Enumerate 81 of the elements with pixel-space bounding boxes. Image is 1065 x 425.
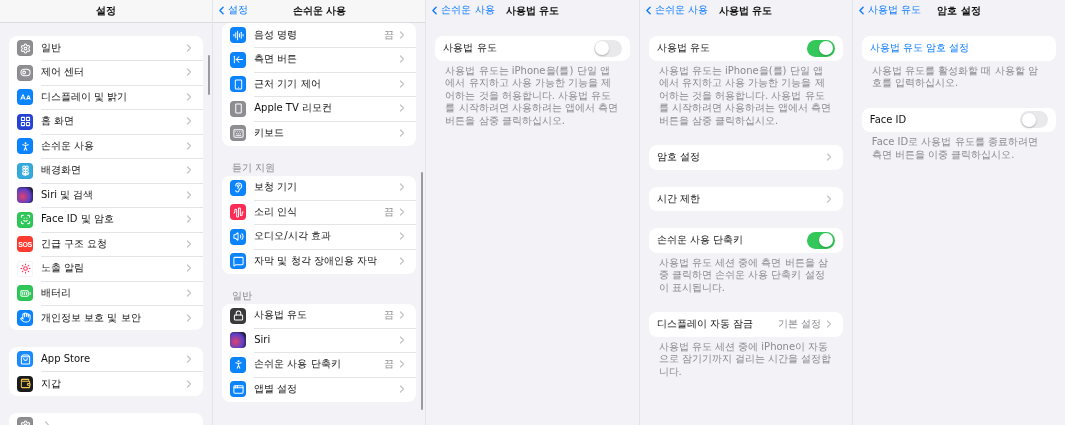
- back-button[interactable]: 설정: [215, 3, 249, 17]
- app-window-icon: [230, 381, 247, 398]
- settings-row[interactable]: Siri: [222, 328, 417, 353]
- settings-row[interactable]: 디스플레이 자동 잠금 기본 설정: [648, 312, 843, 337]
- screen-title: 설정: [96, 4, 117, 18]
- toggle-row[interactable]: Face ID: [861, 107, 1056, 132]
- settings-row[interactable]: Apple TV 리모컨: [222, 96, 417, 121]
- store-icon: [17, 351, 33, 368]
- settings-row[interactable]: 손쉬운 사용: [9, 134, 204, 159]
- back-button[interactable]: 손쉬운 사용: [641, 3, 708, 17]
- orb-icon: [230, 332, 247, 349]
- toggle-switch[interactable]: [806, 39, 835, 57]
- text-size-icon: [17, 89, 33, 106]
- toggle-row[interactable]: 손쉬운 사용 단축키: [648, 228, 843, 253]
- speaker-icon: [230, 228, 247, 245]
- settings-row[interactable]: Face ID 및 암호: [9, 207, 204, 232]
- settings-row[interactable]: 손쉬운 사용 단축키 끔: [222, 352, 417, 377]
- section-footer: 사용법 유도는 iPhone을(를) 단일 앱에서 유지하고 사용 가능한 기능을 제어하는 것을 허용합니다. 사용법 유도를 시작하려면 사용하려는 앱에서 측면 버튼을 삼중 클릭하십시오.: [435, 60, 630, 141]
- settings-row[interactable]: 음성 명령 끔: [222, 23, 417, 48]
- toggle-row[interactable]: 사용법 유도: [435, 36, 630, 61]
- switches-icon: [17, 64, 33, 81]
- settings-row[interactable]: 홈 화면: [9, 109, 204, 134]
- side-button-icon: [230, 51, 247, 68]
- settings-row[interactable]: 소리 인식 끔: [222, 200, 417, 225]
- phone-icon: [230, 76, 247, 93]
- grid-icon: [17, 113, 33, 130]
- settings-row[interactable]: 노출 알림: [9, 256, 204, 281]
- settings-row[interactable]: 일반: [9, 36, 204, 61]
- toggle-switch[interactable]: [806, 231, 835, 249]
- settings-row[interactable]: 키보드: [222, 121, 417, 146]
- section-footer: 사용법 유도를 활성화할 때 사용할 암호를 입력하십시오.: [861, 60, 1056, 104]
- section-footer: 사용법 유도 세션 중에 iPhone이 자동으로 잠기기까지 걸리는 시간을 설정합니다.: [648, 336, 843, 392]
- section-header: 듣기 지원: [231, 162, 277, 175]
- speech-bubble-icon: [230, 253, 247, 270]
- settings-row[interactable]: 시간 제한: [648, 186, 843, 211]
- section-footer: 사용법 유도는 iPhone을(를) 단일 앱에서 유지하고 사용 가능한 기능을 제어하는 것을 허용합니다. 사용법 유도를 시작하려면 사용하려는 앱에서 측면 버튼을 삼중 클릭하십시오.: [648, 60, 843, 141]
- screen-title: 암호 설정: [937, 4, 981, 18]
- remote-icon: [230, 100, 247, 117]
- section-footer: 사용법 유도 세션 중에 측면 버튼을 삼중 클릭하면 손쉬운 사용 단축키 설정이 표시됩니다.: [648, 252, 843, 308]
- settings-row[interactable]: 자막 및 청각 장애인용 자막: [222, 249, 417, 274]
- screen-title: 사용법 유도: [718, 4, 773, 18]
- settings-row[interactable]: 근처 기기 제어: [222, 72, 417, 97]
- back-button[interactable]: 손쉬운 사용: [428, 3, 495, 17]
- lock-icon: [230, 307, 247, 324]
- settings-row[interactable]: 디스플레이 및 밝기: [9, 85, 204, 110]
- settings-row[interactable]: 보청 기기: [222, 175, 417, 200]
- section-footer: Face ID로 사용법 유도를 종료하려면 측면 버튼을 이중 클릭하십시오.: [861, 132, 1056, 175]
- screen-title: 사용법 유도: [505, 4, 560, 18]
- settings-row[interactable]: 지갑: [9, 371, 204, 396]
- settings-row[interactable]: 암호 설정: [648, 145, 843, 170]
- toggle-switch[interactable]: [1020, 111, 1048, 129]
- link-row[interactable]: 사용법 유도 암호 설정: [861, 36, 1056, 61]
- screen-title: 손쉬운 사용: [292, 4, 347, 18]
- toggle-switch[interactable]: [593, 39, 622, 57]
- settings-row[interactable]: Siri 및 검색: [9, 183, 204, 208]
- keyboard-icon: [230, 125, 247, 142]
- voice-icon: [230, 27, 247, 44]
- settings-row[interactable]: 오디오/시각 효과: [222, 224, 417, 249]
- accessibility-icon: [17, 138, 33, 155]
- settings-row[interactable]: 앱별 설정: [222, 377, 417, 402]
- settings-row[interactable]: App Store: [9, 347, 204, 372]
- toggle-row[interactable]: 사용법 유도: [648, 36, 843, 61]
- settings-row[interactable]: 제어 센터: [9, 60, 204, 85]
- ear-icon: [230, 179, 247, 196]
- hand-icon: [17, 309, 33, 326]
- back-button[interactable]: 사용법 유도: [854, 3, 921, 17]
- gear-icon: [17, 40, 33, 57]
- waveform-icon: [230, 204, 247, 221]
- settings-row[interactable]: 개인정보 보호 및 보안: [9, 305, 204, 330]
- sun-icon: [17, 260, 33, 277]
- wallet-icon: [17, 375, 33, 392]
- battery-icon: [17, 285, 33, 302]
- face-scan-icon: [17, 211, 33, 228]
- settings-row[interactable]: 배터리: [9, 281, 204, 306]
- settings-row[interactable]: 배경화면: [9, 158, 204, 183]
- settings-row[interactable]: 사용법 유도 끔: [222, 303, 417, 328]
- section-header: 일반: [231, 290, 254, 303]
- orb-icon: [17, 187, 33, 204]
- flower-icon: [17, 162, 33, 179]
- settings-row[interactable]: 측면 버튼: [222, 47, 417, 72]
- accessibility-icon: [230, 356, 247, 373]
